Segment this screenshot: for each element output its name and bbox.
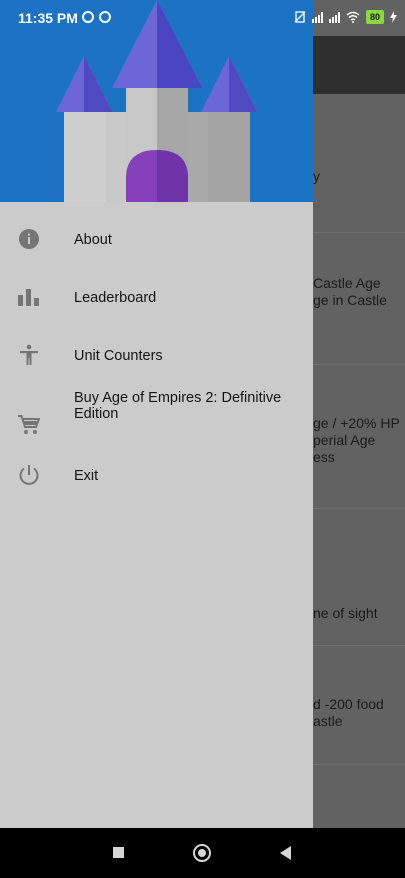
- signal-icon: [328, 11, 340, 23]
- bar-chart-icon: [18, 289, 39, 306]
- system-navigation-bar: [0, 828, 405, 878]
- menu-item-about[interactable]: About: [0, 216, 313, 274]
- menu-item-label: Exit: [74, 468, 99, 484]
- cart-icon: [18, 415, 40, 434]
- menu-item-label: Unit Counters: [74, 348, 163, 364]
- back-button[interactable]: [280, 846, 291, 860]
- app-notification-icon: [82, 11, 94, 23]
- status-right: 80: [294, 10, 397, 24]
- menu-item-label: Leaderboard: [74, 290, 157, 306]
- notification-icons: [82, 11, 111, 23]
- menu-item-exit[interactable]: Exit: [0, 462, 313, 520]
- menu-item-label: About: [74, 232, 112, 248]
- info-icon: [19, 229, 39, 249]
- navigation-drawer: About Leaderboard Unit Counters Buy Age …: [0, 0, 313, 828]
- menu-item-unit-counters[interactable]: Unit Counters: [0, 332, 313, 390]
- power-icon: [19, 465, 39, 485]
- menu-item-leaderboard[interactable]: Leaderboard: [0, 274, 313, 332]
- home-button[interactable]: [193, 844, 211, 862]
- person-icon: [20, 344, 38, 365]
- recent-apps-button[interactable]: [113, 847, 124, 858]
- menu-item-label: Buy Age of Empires 2: Definitive Edition: [74, 390, 282, 422]
- shield-notification-icon: [99, 11, 111, 23]
- signal-icon: [311, 11, 323, 23]
- drawer-menu: About Leaderboard Unit Counters Buy Age …: [0, 216, 313, 520]
- drawer-scrim[interactable]: [313, 0, 405, 828]
- battery-indicator: 80: [365, 10, 384, 24]
- status-time: 11:35 PM: [18, 10, 78, 26]
- menu-item-buy-game[interactable]: Buy Age of Empires 2: Definitive Edition: [0, 390, 313, 462]
- no-sim-icon: [294, 11, 306, 23]
- charging-icon: [390, 11, 397, 23]
- status-bar: 11:35 PM 80: [0, 0, 405, 36]
- wifi-icon: [346, 11, 360, 23]
